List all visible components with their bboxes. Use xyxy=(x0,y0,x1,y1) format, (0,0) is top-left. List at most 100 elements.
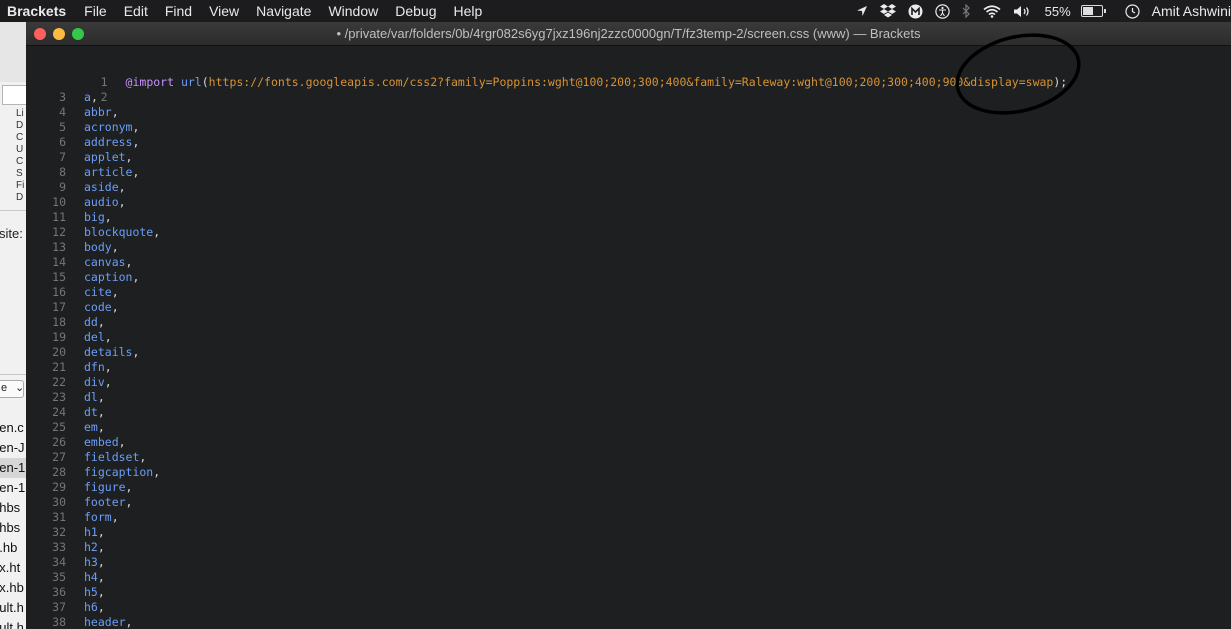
menu-find[interactable]: Find xyxy=(165,3,192,19)
file-list: een.ceen-Jeen-1een-1t.hbst.hbse.hbex.hte… xyxy=(0,418,26,629)
selector-separator: , xyxy=(97,315,105,329)
line-number: 33 xyxy=(52,540,66,554)
code-line: 1 @import url(https://fonts.googleapis.co… xyxy=(26,60,1231,89)
window-title: • /private/var/folders/0b/4rgr082s6yg7jx… xyxy=(336,26,921,41)
css-selector: embed xyxy=(84,435,119,449)
wifi-icon[interactable] xyxy=(983,0,1001,22)
background-input[interactable] xyxy=(2,85,26,105)
menu-file[interactable]: File xyxy=(84,3,107,19)
app-menu[interactable]: Brackets xyxy=(7,3,66,19)
close-button[interactable] xyxy=(34,28,46,40)
zoom-button[interactable] xyxy=(72,28,84,40)
import-url: https://fonts.googleapis.com/css2?family… xyxy=(208,75,1054,89)
background-list-item[interactable]: S xyxy=(16,168,24,180)
file-list-item[interactable]: een.c xyxy=(0,418,26,438)
css-selector: cite xyxy=(84,285,112,299)
menu-window[interactable]: Window xyxy=(328,3,378,19)
selector-separator: , xyxy=(97,420,105,434)
file-list-item[interactable]: een-1 xyxy=(0,478,26,498)
selector-separator: , xyxy=(111,300,119,314)
selector-separator: , xyxy=(97,585,105,599)
background-list-item[interactable]: C xyxy=(16,132,24,144)
divider xyxy=(0,210,26,211)
selector-separator: , xyxy=(111,240,119,254)
code-line: 26 embed, xyxy=(26,435,1231,450)
line-number: 1 xyxy=(100,75,108,89)
css-selector: address xyxy=(84,135,133,149)
background-list-item[interactable]: Li xyxy=(16,108,24,120)
background-list-item[interactable]: U xyxy=(16,144,24,156)
line-number: 29 xyxy=(52,480,66,494)
background-select[interactable]: e ⌄ xyxy=(0,380,24,398)
file-list-item[interactable]: t.hbs xyxy=(0,498,26,518)
line-number: 19 xyxy=(52,330,66,344)
line-number: 3 xyxy=(59,90,66,104)
selector-separator: , xyxy=(97,390,105,404)
dropbox-icon[interactable] xyxy=(879,0,896,22)
code-area[interactable]: 1 @import url(https://fonts.googleapis.co… xyxy=(26,60,1231,629)
css-selector: canvas xyxy=(84,255,126,269)
background-list-item[interactable]: Fi xyxy=(16,180,24,192)
menu-view[interactable]: View xyxy=(209,3,239,19)
menu-edit[interactable]: Edit xyxy=(124,3,148,19)
code-line: 37 h6, xyxy=(26,600,1231,615)
code-line: 23 dl, xyxy=(26,390,1231,405)
menu-navigate[interactable]: Navigate xyxy=(256,3,311,19)
css-selector: h4 xyxy=(84,570,98,584)
selector-separator: , xyxy=(125,255,133,269)
code-line: 31 form, xyxy=(26,510,1231,525)
file-list-item[interactable]: een-1 xyxy=(0,458,26,478)
file-list-item[interactable]: ault.h xyxy=(0,618,26,629)
line-number: 7 xyxy=(59,150,66,164)
css-selector: blockquote xyxy=(84,225,154,239)
selector-separator: , xyxy=(97,555,105,569)
selector-separator: , xyxy=(132,135,140,149)
battery-percent: 55% xyxy=(1044,3,1071,19)
selector-separator: , xyxy=(111,285,119,299)
code-line: 30 footer, xyxy=(26,495,1231,510)
file-list-item[interactable]: ex.ht xyxy=(0,558,26,578)
file-list-item[interactable]: t.hbs xyxy=(0,518,26,538)
file-list-item[interactable]: ault.h xyxy=(0,598,26,618)
selector-separator: , xyxy=(104,330,112,344)
user-name[interactable]: Amit Ashwini xyxy=(1152,3,1231,19)
css-selector: figcaption xyxy=(84,465,154,479)
time-machine-icon[interactable] xyxy=(1125,0,1140,22)
line-number: 5 xyxy=(59,120,66,134)
code-line: 13 body, xyxy=(26,240,1231,255)
background-list-item[interactable]: C xyxy=(16,156,24,168)
selector-separator: , xyxy=(132,345,140,359)
css-selector: form xyxy=(84,510,112,524)
line-number: 25 xyxy=(52,420,66,434)
menu-help[interactable]: Help xyxy=(454,3,483,19)
selector-separator: , xyxy=(118,435,126,449)
line-number: 37 xyxy=(52,600,66,614)
accessibility-icon[interactable] xyxy=(934,0,950,22)
line-number: 27 xyxy=(52,450,66,464)
menu-debug[interactable]: Debug xyxy=(395,3,436,19)
bluetooth-icon[interactable] xyxy=(962,0,971,22)
location-icon[interactable] xyxy=(856,0,868,22)
selector-separator: , xyxy=(97,405,105,419)
line-number: 38 xyxy=(52,615,66,629)
m-icon[interactable] xyxy=(908,0,923,22)
selector-separator: , xyxy=(97,525,105,539)
file-list-item[interactable]: een-J xyxy=(0,438,26,458)
css-selector: del xyxy=(84,330,105,344)
selector-separator: , xyxy=(125,495,133,509)
code-line: 3 a, xyxy=(26,90,1231,105)
battery-icon[interactable] xyxy=(1080,0,1106,22)
file-list-item[interactable]: ex.hb xyxy=(0,578,26,598)
line-number: 36 xyxy=(52,585,66,599)
code-line: 35 h4, xyxy=(26,570,1231,585)
minimize-button[interactable] xyxy=(53,28,65,40)
volume-icon[interactable] xyxy=(1013,0,1033,22)
selector-separator: , xyxy=(139,450,147,464)
code-line: 25 em, xyxy=(26,420,1231,435)
css-selector: fieldset xyxy=(84,450,140,464)
file-list-item[interactable]: e.hb xyxy=(0,538,26,558)
css-selector: dfn xyxy=(84,360,105,374)
line-number: 9 xyxy=(59,180,66,194)
background-list-item[interactable]: D xyxy=(16,192,24,204)
background-list-item[interactable]: D xyxy=(16,120,24,132)
